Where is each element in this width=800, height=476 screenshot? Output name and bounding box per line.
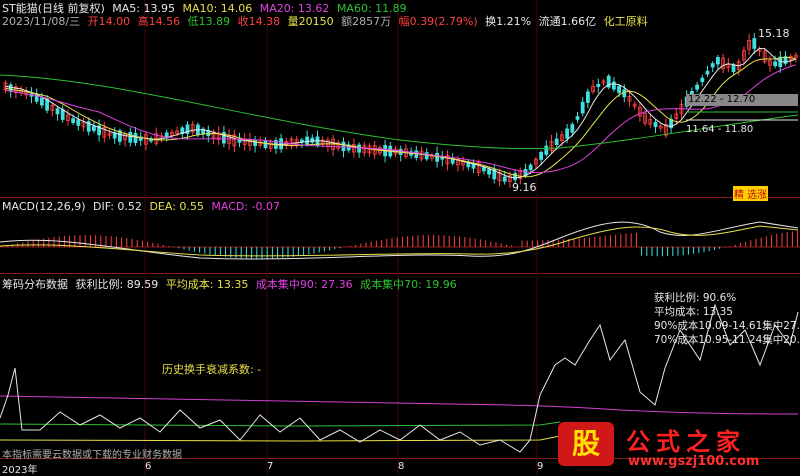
candle-body bbox=[305, 136, 310, 145]
high-price-annotation: 15.18 bbox=[758, 27, 790, 40]
decay-label: 历史换手衰减系数: - bbox=[162, 363, 262, 376]
candle-body bbox=[612, 81, 616, 90]
candle-body bbox=[487, 168, 492, 175]
candle-body bbox=[653, 121, 658, 128]
low-label: 低13.89 bbox=[187, 15, 231, 28]
panel-90-cost: 90%成本10.09-14.61集中27.4% bbox=[654, 320, 800, 332]
conc90-label: 成本集中90: 27.36 bbox=[255, 278, 353, 291]
candle-body bbox=[263, 140, 268, 149]
candle-body bbox=[502, 176, 507, 182]
candle-body bbox=[580, 101, 585, 114]
candle-body bbox=[596, 84, 601, 87]
x-axis-label: 9 bbox=[537, 461, 544, 472]
conc70-label: 成本集中70: 19.96 bbox=[360, 278, 457, 291]
conc70-line bbox=[0, 435, 561, 442]
candle-body bbox=[310, 137, 315, 143]
candle-body bbox=[76, 119, 81, 126]
turnover-label: 换1.21% bbox=[485, 15, 532, 28]
stock-logo-icon: 股 bbox=[558, 422, 614, 466]
candle-body bbox=[513, 172, 517, 181]
candle-body bbox=[128, 132, 133, 143]
stock-chart[interactable] bbox=[0, 0, 800, 475]
candle-body bbox=[570, 124, 575, 133]
industry-label[interactable]: 化工原料 bbox=[604, 15, 648, 28]
candle-body bbox=[705, 70, 710, 75]
candle-body bbox=[586, 91, 590, 103]
avg-cost-line bbox=[0, 395, 799, 415]
candle-body bbox=[575, 116, 580, 120]
candle-body bbox=[554, 138, 559, 145]
macd-value-label: MACD: -0.07 bbox=[211, 200, 281, 213]
dea-label: DEA: 0.55 bbox=[149, 200, 204, 213]
candle-body bbox=[60, 109, 65, 120]
macd-title[interactable]: MACD(12,26,9) bbox=[2, 200, 86, 213]
chips-header: 筹码分布数据 获利比例: 89.59 平均成本: 13.35 成本集中90: 2… bbox=[2, 276, 461, 292]
watermark-url: www.gszj100.com bbox=[628, 454, 760, 469]
candle-body bbox=[341, 141, 346, 152]
panel-70-cost: 70%成本10.95-11.24集中20.0% bbox=[654, 334, 800, 346]
signal-badge: 精 选涨 bbox=[733, 186, 769, 201]
x-axis-label: 8 bbox=[398, 461, 405, 472]
candle-body bbox=[752, 38, 757, 49]
candle-body bbox=[622, 89, 627, 98]
quote-info: 2023/11/08/三 开14.00 高14.56 低13.89 收14.38… bbox=[2, 13, 652, 29]
candle-body bbox=[481, 167, 486, 172]
profit-ratio-label: 获利比例: 89.59 bbox=[75, 278, 159, 291]
candle-body bbox=[279, 138, 284, 150]
candle-body bbox=[357, 144, 362, 153]
candle-body bbox=[544, 145, 549, 155]
avg-cost-label: 平均成本: 13.35 bbox=[165, 278, 249, 291]
candle-body bbox=[40, 97, 44, 106]
candle-body bbox=[710, 63, 715, 68]
change-label: 幅0.39(2.79%) bbox=[398, 15, 478, 28]
candle-body bbox=[695, 84, 699, 90]
candle-body bbox=[8, 84, 13, 92]
candle-body bbox=[773, 61, 777, 67]
float-label: 流通1.66亿 bbox=[538, 15, 597, 28]
high-label: 高14.56 bbox=[137, 15, 181, 28]
open-label: 开14.00 bbox=[87, 15, 131, 28]
watermark-text: 公式之家 bbox=[626, 427, 746, 456]
candle-body bbox=[55, 108, 60, 115]
date-label: 2023/11/08/三 bbox=[2, 15, 81, 28]
candle-body bbox=[71, 118, 75, 124]
range-highlight: 12.22 - 12.70 bbox=[686, 94, 798, 106]
candle-body bbox=[424, 152, 429, 160]
chips-stats-panel: 获利比例: 90.6% 平均成本: 13.35 90%成本10.09-14.61… bbox=[654, 291, 800, 347]
candle-body bbox=[716, 57, 720, 65]
candle-body bbox=[731, 64, 736, 73]
candle-body bbox=[539, 152, 543, 160]
candle-body bbox=[700, 77, 705, 83]
range-label: 11.64 - 11.80 bbox=[686, 124, 754, 135]
candle-body bbox=[435, 152, 440, 162]
candle-body bbox=[565, 128, 569, 139]
macd-header: MACD(12,26,9) DIF: 0.52 DEA: 0.55 MACD: … bbox=[2, 200, 284, 213]
volume-label: 量20150 bbox=[287, 15, 334, 28]
candle-body bbox=[92, 125, 96, 131]
panel-avg-cost: 平均成本: 13.35 bbox=[654, 306, 733, 318]
chips-title[interactable]: 筹码分布数据 bbox=[2, 278, 68, 291]
close-label: 收14.38 bbox=[237, 15, 281, 28]
watermark-logo: 股 公式之家 www.gszj100.com bbox=[558, 420, 794, 475]
candle-body bbox=[528, 164, 533, 171]
x-axis-label: 7 bbox=[267, 461, 274, 472]
footer-note: 本指标需要云数据或下载的专业财务数据 bbox=[2, 450, 182, 461]
candle-body bbox=[133, 133, 138, 143]
low-price-annotation: 9.16 bbox=[512, 181, 537, 194]
panel-profit: 获利比例: 90.6% bbox=[654, 292, 737, 304]
amount-label: 额2857万 bbox=[341, 15, 392, 28]
x-axis-label: 2023年 bbox=[2, 465, 38, 476]
candle-body bbox=[617, 85, 621, 93]
dif-label: DIF: 0.52 bbox=[93, 200, 142, 213]
x-axis-label: 6 bbox=[145, 461, 152, 472]
